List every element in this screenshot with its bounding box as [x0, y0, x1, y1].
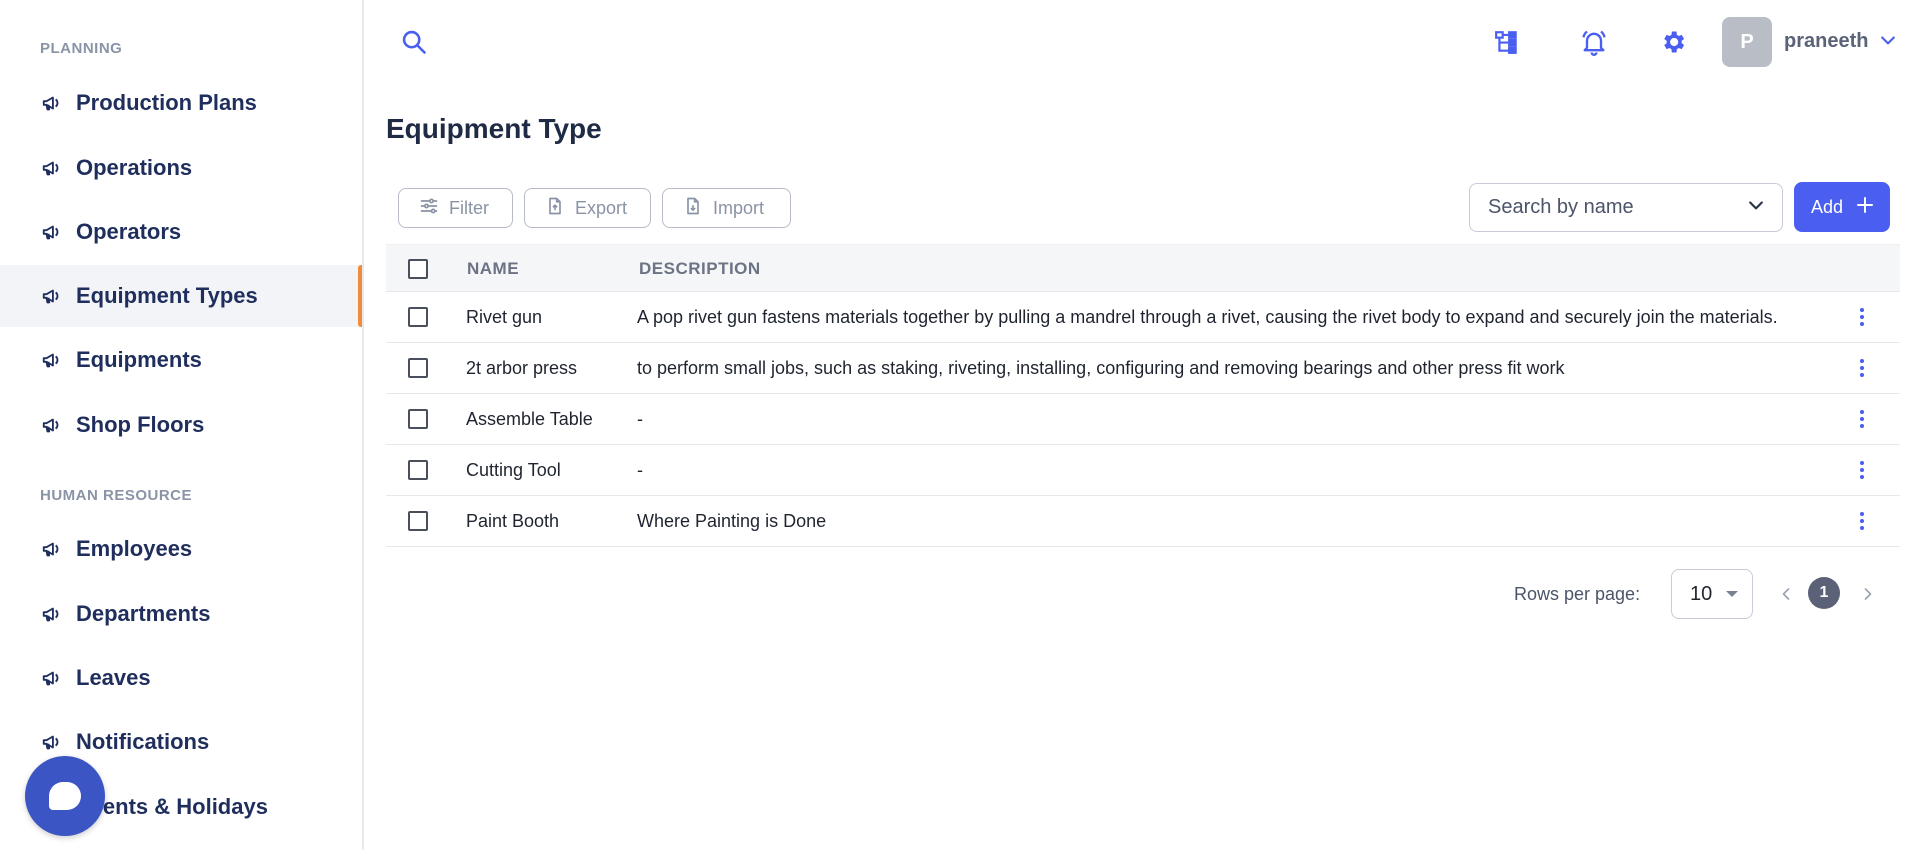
rows-per-page-select[interactable]: 10 — [1671, 569, 1753, 619]
section-title-human-resource: HUMAN RESOURCE — [40, 487, 193, 504]
more-options-icon[interactable] — [1850, 458, 1874, 482]
gear-icon[interactable] — [1657, 26, 1689, 58]
sidebar-item-equipment-types[interactable]: Equipment Types — [0, 265, 362, 327]
sidebar-item-label: Operations — [76, 155, 193, 180]
cell-name: Cutting Tool — [466, 460, 561, 480]
column-header-description[interactable]: DESCRIPTION — [639, 259, 761, 279]
row-checkbox[interactable] — [408, 460, 428, 480]
add-button[interactable]: Add — [1794, 182, 1890, 232]
search-placeholder: Search by name — [1488, 196, 1634, 218]
cell-description: Where Painting is Done — [637, 511, 827, 531]
rows-per-page-value: 10 — [1690, 582, 1713, 605]
megaphone-icon — [40, 413, 64, 437]
search-by-name-select[interactable]: Search by name — [1469, 183, 1783, 232]
megaphone-icon — [40, 602, 64, 626]
sidebar-item-label: Leaves — [76, 665, 151, 690]
megaphone-icon — [40, 537, 64, 561]
sidebar-item-operators[interactable]: Operators — [0, 201, 362, 263]
user-name[interactable]: praneeth — [1784, 30, 1868, 53]
filter-label: Filter — [449, 197, 489, 218]
sidebar-item-equipments[interactable]: Equipments — [0, 329, 362, 391]
table-header: NAME DESCRIPTION — [386, 244, 1900, 292]
sidebar-item-production-plans[interactable]: Production Plans — [0, 72, 362, 134]
megaphone-icon — [40, 730, 64, 754]
row-checkbox[interactable] — [408, 511, 428, 531]
more-options-icon[interactable] — [1850, 509, 1874, 533]
filter-icon — [419, 196, 439, 221]
export-button[interactable]: Export — [524, 188, 651, 228]
megaphone-icon — [40, 91, 64, 115]
megaphone-icon — [40, 348, 64, 372]
cell-description: - — [637, 460, 643, 480]
sidebar-item-label: Employees — [76, 536, 193, 561]
avatar[interactable]: P — [1722, 17, 1772, 67]
add-label: Add — [1810, 196, 1844, 217]
megaphone-icon — [40, 666, 64, 690]
more-options-icon[interactable] — [1850, 305, 1874, 329]
cell-name: Paint Booth — [466, 511, 560, 531]
megaphone-icon — [40, 220, 64, 244]
chevron-left-icon[interactable] — [1776, 584, 1796, 604]
hierarchy-icon[interactable] — [1491, 26, 1523, 58]
equipment-type-table: NAME DESCRIPTION Rivet gun A pop rivet g… — [386, 244, 1900, 547]
section-title-planning: PLANNING — [40, 40, 123, 57]
table-row[interactable]: 2t arbor press to perform small jobs, su… — [386, 343, 1900, 394]
sidebar-item-label: Departments — [76, 601, 211, 626]
cell-name: Assemble Table — [466, 409, 593, 429]
table-row[interactable]: Paint Booth Where Painting is Done — [386, 496, 1900, 547]
sidebar-item-operations[interactable]: Operations — [0, 137, 362, 199]
plus-icon — [1857, 196, 1874, 218]
table-row[interactable]: Rivet gun A pop rivet gun fastens materi… — [386, 292, 1900, 343]
cell-description: to perform small jobs, such as staking, … — [637, 358, 1565, 378]
table-row[interactable]: Cutting Tool - — [386, 445, 1900, 496]
chevron-down-icon — [1746, 195, 1766, 220]
chevron-down-icon[interactable] — [1878, 30, 1898, 50]
sidebar-item-shop-floors[interactable]: Shop Floors — [0, 394, 362, 456]
row-checkbox[interactable] — [408, 358, 428, 378]
sidebar-item-label: Equipment Types — [76, 283, 258, 308]
sidebar-item-employees[interactable]: Employees — [0, 518, 362, 580]
rows-per-page-label: Rows per page: — [1514, 584, 1641, 604]
sidebar-item-departments[interactable]: Departments — [0, 583, 362, 645]
current-page-button[interactable]: 1 — [1808, 577, 1840, 609]
row-checkbox[interactable] — [408, 409, 428, 429]
sidebar-item-label: Notifications — [76, 729, 210, 754]
chevron-right-icon[interactable] — [1858, 584, 1878, 604]
sidebar-item-label: Production Plans — [76, 90, 257, 115]
table-row[interactable]: Assemble Table - — [386, 394, 1900, 445]
cell-name: Rivet gun — [466, 307, 543, 327]
sidebar-item-label: Operators — [76, 219, 182, 244]
sidebar-item-label: Equipments — [76, 347, 202, 372]
sidebar-item-label: Shop Floors — [76, 412, 205, 437]
search-icon[interactable] — [400, 28, 428, 56]
column-header-name[interactable]: NAME — [467, 259, 519, 279]
chat-launcher-button[interactable] — [25, 756, 105, 836]
select-all-checkbox[interactable] — [408, 259, 428, 279]
cell-description: - — [637, 409, 643, 429]
bell-icon[interactable] — [1578, 26, 1610, 58]
export-icon — [545, 196, 565, 221]
cell-name: 2t arbor press — [466, 358, 578, 378]
megaphone-icon — [40, 156, 64, 180]
caret-down-icon — [1726, 591, 1739, 597]
page-title: Equipment Type — [386, 113, 602, 144]
more-options-icon[interactable] — [1850, 356, 1874, 380]
sidebar: PLANNING Production Plans Operations Ope… — [0, 0, 364, 850]
import-label: Import — [713, 197, 765, 218]
cell-description: A pop rivet gun fastens materials togeth… — [637, 307, 1778, 327]
more-options-icon[interactable] — [1850, 407, 1874, 431]
export-label: Export — [575, 197, 628, 218]
filter-button[interactable]: Filter — [398, 188, 513, 228]
megaphone-icon — [40, 284, 64, 308]
chat-icon — [49, 782, 81, 810]
import-button[interactable]: Import — [662, 188, 791, 228]
import-icon — [683, 196, 703, 221]
sidebar-item-leaves[interactable]: Leaves — [0, 647, 362, 709]
row-checkbox[interactable] — [408, 307, 428, 327]
